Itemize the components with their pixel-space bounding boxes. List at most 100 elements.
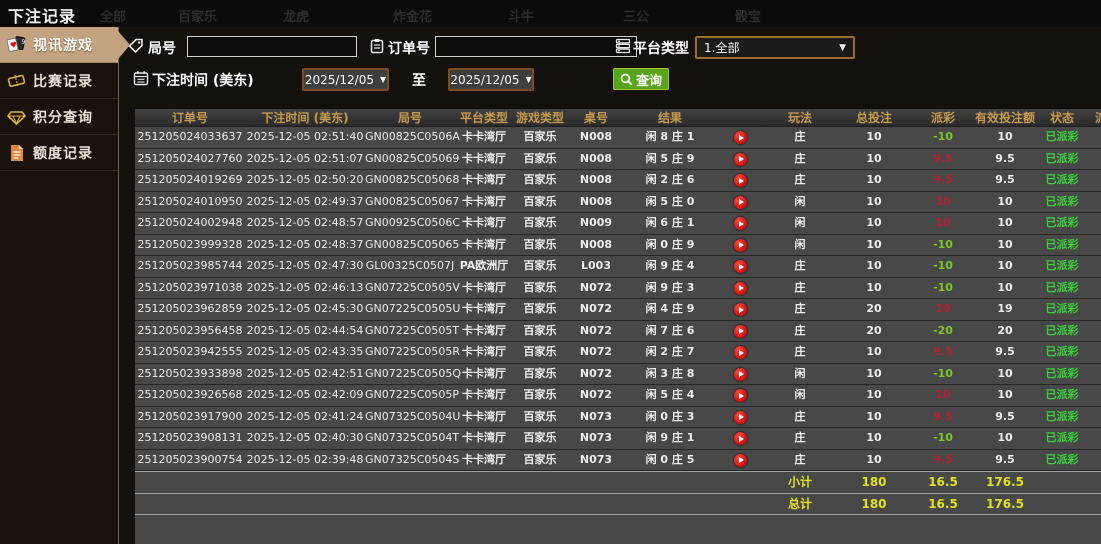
cell-payout: 9.5	[933, 409, 953, 423]
summary-valid-bet: 176.5	[986, 496, 1024, 511]
replay-button[interactable]	[733, 131, 747, 144]
cell-table_no: N073	[579, 452, 613, 466]
cell-game: 百家乐	[523, 130, 557, 143]
summary-empty-cell	[1037, 472, 1087, 493]
cell-valid: 10	[997, 259, 1013, 272]
cell-payout-time	[1087, 256, 1101, 277]
cell-round: GN07225C0505V	[365, 280, 460, 294]
cell-status: 已派彩	[1045, 259, 1079, 272]
summary-total-bet: 180	[861, 496, 887, 511]
cell-status: 已派彩	[1045, 194, 1079, 208]
cell-payout-time	[1087, 235, 1101, 256]
chevron-down-icon: ▼	[380, 75, 387, 84]
replay-button[interactable]	[733, 346, 747, 359]
replay-button[interactable]	[733, 389, 747, 402]
cell-status: 已派彩	[1045, 366, 1079, 380]
replay-button[interactable]	[733, 174, 747, 187]
cell-table_no: N008	[579, 130, 613, 143]
cell-platform: 卡卡湾厅	[462, 302, 506, 315]
background-tab: 三公	[623, 10, 650, 25]
replay-button[interactable]	[733, 303, 747, 316]
round-number-input[interactable]	[187, 36, 357, 57]
background-tab: 炸金花	[393, 10, 433, 25]
replay-button[interactable]	[733, 217, 747, 230]
sidebar-item-video-games[interactable]: 9 ♥ 视讯游戏	[0, 27, 118, 63]
platform-type-select[interactable]: 1.全部 ▼	[695, 36, 855, 59]
query-button-label: 查询	[636, 73, 663, 89]
cell-table_no: N073	[579, 431, 613, 444]
cell-valid: 10	[997, 216, 1013, 229]
cell-table_no: N008	[579, 237, 613, 251]
replay-button[interactable]	[733, 453, 747, 467]
background-tab: 骰宝	[735, 10, 762, 25]
cell-valid: 9.5	[995, 409, 1015, 423]
cell-total: 20	[866, 323, 882, 337]
column-header: 下注时间 (美东)	[261, 111, 349, 125]
cell-table_no: N072	[579, 302, 613, 315]
sidebar-item-points-query[interactable]: 积分查询	[0, 99, 118, 135]
replay-button[interactable]	[733, 281, 747, 295]
cell-game: 百家乐	[523, 237, 557, 251]
replay-button[interactable]	[733, 367, 747, 381]
cell-round: GN07225C0505R	[365, 345, 461, 358]
replay-button[interactable]	[733, 324, 747, 338]
cell-valid: 10	[997, 366, 1013, 380]
date-from-picker[interactable]: 2025/12/05 ▼	[302, 68, 389, 91]
cell-total: 10	[866, 345, 882, 358]
round-number-label: 局号	[148, 41, 176, 57]
query-button[interactable]: 查询	[613, 68, 670, 90]
date-to-picker[interactable]: 2025/12/05 ▼	[448, 68, 534, 91]
cell-payout-time	[1087, 127, 1101, 148]
cell-result: 闲 4 庄 9	[645, 302, 695, 315]
table-row: 251205023956458 2025-12-05 02:44:54 GN0722…	[135, 320, 1101, 342]
diamond-icon	[7, 108, 26, 126]
date-to-separator: 至	[412, 73, 426, 89]
table-row: 251205023999328 2025-12-05 02:48:37 GN0082…	[135, 234, 1101, 256]
sidebar-item-match-records[interactable]: 比赛记录	[0, 63, 118, 99]
replay-cell	[715, 213, 765, 234]
cell-round: GL00325C0507J	[365, 259, 455, 272]
replay-button[interactable]	[733, 195, 747, 209]
cell-status: 已派彩	[1045, 173, 1079, 186]
cell-play: 庄	[794, 259, 806, 272]
cell-result: 闲 5 庄 0	[645, 194, 695, 208]
cell-payout: 10	[935, 388, 951, 401]
cell-total: 10	[866, 366, 882, 380]
sidebar-item-label: 积分查询	[33, 109, 93, 126]
summary-empty-cell	[513, 494, 567, 515]
summary-empty-cell	[513, 472, 567, 493]
replay-button[interactable]	[733, 238, 747, 252]
column-header: 桌号	[583, 111, 608, 125]
cell-valid: 10	[997, 388, 1013, 401]
cell-order: 251205023917900	[137, 409, 243, 423]
replay-cell	[715, 364, 765, 385]
replay-button[interactable]	[733, 260, 747, 273]
cell-payout: 9.5	[933, 151, 953, 165]
cell-payout-time	[1087, 450, 1101, 471]
column-header: 派彩	[930, 111, 955, 125]
cell-status: 已派彩	[1045, 409, 1079, 423]
cell-order: 251205023956458	[137, 323, 243, 337]
replay-button[interactable]	[733, 410, 747, 424]
cards-icon: 9 ♥	[7, 35, 26, 54]
replay-button[interactable]	[733, 432, 747, 445]
cell-table_no: N008	[579, 173, 613, 186]
order-number-input[interactable]	[435, 36, 637, 57]
cell-play: 闲	[794, 366, 806, 380]
cell-total: 10	[866, 216, 882, 229]
replay-button[interactable]	[733, 152, 747, 166]
table-row: 251205023926568 2025-12-05 02:42:09 GN0722…	[135, 385, 1101, 407]
cell-game: 百家乐	[523, 452, 557, 466]
cell-payout: -10	[933, 280, 953, 294]
cell-play: 闲	[794, 194, 806, 208]
sidebar-item-quota-records[interactable]: 额度记录	[0, 135, 118, 171]
cell-game: 百家乐	[523, 173, 557, 186]
cell-play: 闲	[794, 216, 806, 229]
cell-table_no: N072	[579, 366, 613, 380]
cell-valid: 10	[997, 431, 1013, 444]
summary-empty-cell	[365, 472, 455, 493]
platform-type-label: 平台类型	[633, 41, 689, 57]
cell-valid: 10	[997, 280, 1013, 294]
cell-platform: 卡卡湾厅	[462, 194, 506, 208]
cell-round: GN07325C0504S	[365, 452, 460, 466]
